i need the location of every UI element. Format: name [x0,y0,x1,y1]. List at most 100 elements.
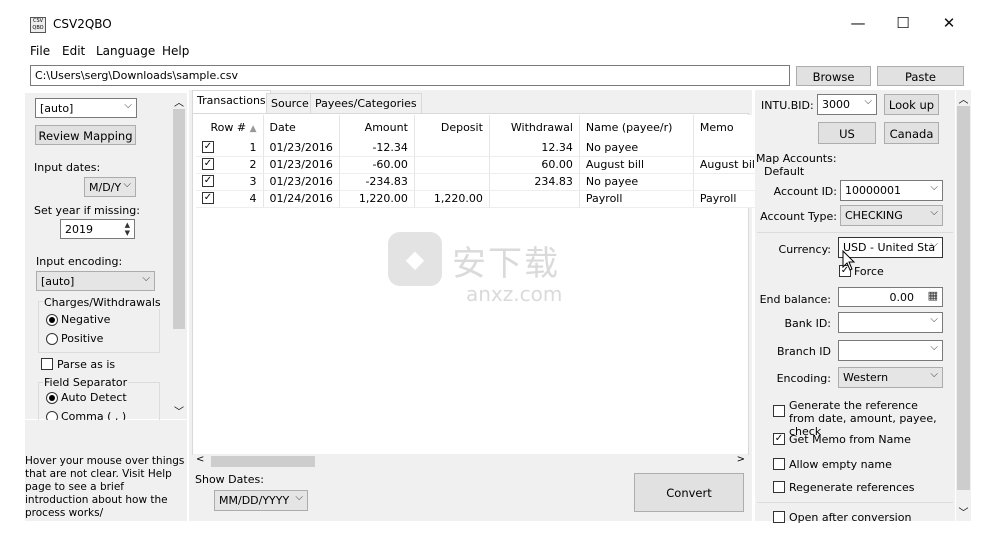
right-options-panel: INTU.BID: 3000 ⌵ Look up US Canada Map Ac… [755,90,955,524]
show-dates-combo[interactable]: MM/DD/YYYY ⌵ [214,490,308,511]
menu-help[interactable]: Help [162,44,189,58]
parse-as-is-checkbox[interactable] [41,358,53,370]
encoding-label: Encoding: [776,372,831,385]
divider [757,502,953,503]
branch-id-combo[interactable]: ⌵ [838,340,943,361]
scroll-left-icon[interactable]: < [196,454,204,465]
row-checkbox[interactable]: ✓ [202,140,214,153]
auto-detect-radio[interactable] [46,392,58,404]
account-id-combo[interactable]: 10000001 ⌵ [840,180,943,201]
file-path-input[interactable]: C:\Users\serg\Downloads\sample.csv [30,65,790,86]
open-after-checkbox[interactable] [773,511,785,523]
canada-button[interactable]: Canada [884,122,939,144]
intu-bid-combo[interactable]: 3000 ⌵ [817,94,877,115]
input-encoding-combo[interactable]: [auto] ⌵ [36,271,155,291]
window-title: CSV2QBO [53,17,112,31]
column-header-row[interactable]: Row # ▲ [196,115,264,139]
column-header-amount[interactable]: Amount [339,115,415,139]
scroll-thumb[interactable] [211,456,315,467]
watermark-subtext: anxz.com [466,282,563,306]
chevron-down-icon: ⌵ [142,273,150,284]
scroll-down-icon[interactable]: ﹀ [956,504,971,519]
calculator-icon[interactable]: ▦ [928,289,938,302]
chevron-down-icon: ⌵ [930,182,938,193]
paste-button[interactable]: Paste [877,66,964,86]
year-spinner[interactable]: 2019 ▲ ▼ [60,219,135,239]
table-row[interactable]: ✓ 4 01/24/2016 1,220.00 1,220.00 Payroll Payr… [196,190,765,208]
menu-file[interactable]: File [30,44,50,58]
show-dates-label: Show Dates: [195,473,264,486]
tab-transactions[interactable]: Transactions [192,90,271,114]
chevron-down-icon: ⌵ [930,239,938,250]
watermark-logo-icon: ◆ [388,232,442,286]
tab-payees-categories[interactable]: Payees/Categories [310,93,422,113]
scroll-up-icon[interactable]: ︿ [956,91,971,106]
account-id-label: Account ID: [773,185,837,198]
app-icon: CSV QBO [30,17,46,33]
column-header-date[interactable]: Date [263,115,340,139]
branch-id-label: Branch ID [776,345,831,358]
encoding-combo[interactable]: Western ⌵ [838,367,943,388]
divider [757,232,953,233]
scroll-right-icon[interactable]: > [737,454,745,465]
table-row[interactable]: ✓ 3 01/23/2016 -234.83 234.83 No payee [196,173,765,191]
scroll-down-icon[interactable]: ﹀ [171,403,187,418]
table-row[interactable]: ✓ 2 01/23/2016 -60.00 60.00 August bill Augus… [196,156,765,174]
title-bar: CSV QBO CSV2QBO — ☐ ✕ [0,0,991,40]
map-accounts-label: Map Accounts: [756,152,837,165]
scroll-thumb[interactable] [173,109,185,329]
convert-button[interactable]: Convert [634,473,744,512]
scroll-up-icon[interactable]: ︿ [171,94,187,109]
maximize-button[interactable]: ☐ [893,14,913,34]
chevron-down-icon: ⌵ [295,492,303,503]
grid-horizontal-scrollbar[interactable]: < > [193,454,748,469]
row-checkbox[interactable]: ✓ [202,192,214,204]
chevron-down-icon: ⌵ [123,179,131,190]
minimize-button[interactable]: — [848,14,868,34]
auto-detect-label: Auto Detect [61,391,127,404]
column-header-name[interactable]: Name (payee/r) [579,115,694,139]
positive-radio[interactable] [46,333,58,345]
lookup-button[interactable]: Look up [884,94,939,115]
watermark-text: 安下载 [452,244,560,284]
account-type-label: Account Type: [760,210,837,223]
scroll-thumb[interactable] [957,106,970,490]
left-options-panel: [auto] ⌵ Review Mapping Input dates: M/D/… [25,93,187,423]
input-dates-label: Input dates: [34,161,101,174]
generate-ref-checkbox[interactable] [773,405,785,417]
menu-language[interactable]: Language [96,44,155,58]
tab-source[interactable]: Source [266,93,314,113]
browse-button[interactable]: Browse [796,66,871,86]
us-button[interactable]: US [818,122,876,144]
negative-label: Negative [61,313,111,326]
account-type-combo[interactable]: CHECKING ⌵ [840,205,943,226]
menu-edit[interactable]: Edit [62,44,85,58]
row-checkbox[interactable]: ✓ [202,175,214,187]
right-panel-scrollbar[interactable]: ︿ ﹀ [956,90,971,521]
bank-id-combo[interactable]: ⌵ [838,312,943,333]
transactions-table: Row # ▲ Date Amount Deposit Withdrawal N… [196,115,765,208]
row-checkbox[interactable]: ✓ [202,158,214,170]
allow-empty-name-label: Allow empty name [789,458,892,471]
help-hint-panel: Hover your mouse over things that are no… [25,420,187,521]
app-window: CSV QBO CSV2QBO — ☐ ✕ File Edit Language… [0,0,991,542]
left-panel-scrollbar[interactable]: ︿ ﹀ [171,93,187,419]
open-after-label: Open after conversion [789,511,912,524]
chevron-down-icon: ⌵ [864,96,872,107]
date-format-combo[interactable]: M/D/Y ⌵ [84,177,136,197]
regenerate-refs-checkbox[interactable] [773,481,785,493]
mapping-combo[interactable]: [auto] ⌵ [35,98,137,118]
table-row[interactable]: ✓ 1 01/23/2016 -12.34 12.34 No payee [196,139,765,157]
negative-radio[interactable] [46,314,58,326]
column-header-deposit[interactable]: Deposit [414,115,490,139]
get-memo-checkbox[interactable]: ✓ [773,433,785,445]
review-mapping-button[interactable]: Review Mapping [35,125,136,145]
set-year-label: Set year if missing: [34,204,140,217]
column-header-withdrawal[interactable]: Withdrawal [489,115,580,139]
column-header-memo[interactable]: Memo [693,115,764,139]
close-button[interactable]: ✕ [939,14,959,34]
default-group-label: Default [764,165,805,178]
end-balance-input[interactable]: 0.00 ▦ [838,287,943,307]
allow-empty-name-checkbox[interactable] [773,458,785,470]
chevron-down-icon: ⌵ [124,100,132,111]
